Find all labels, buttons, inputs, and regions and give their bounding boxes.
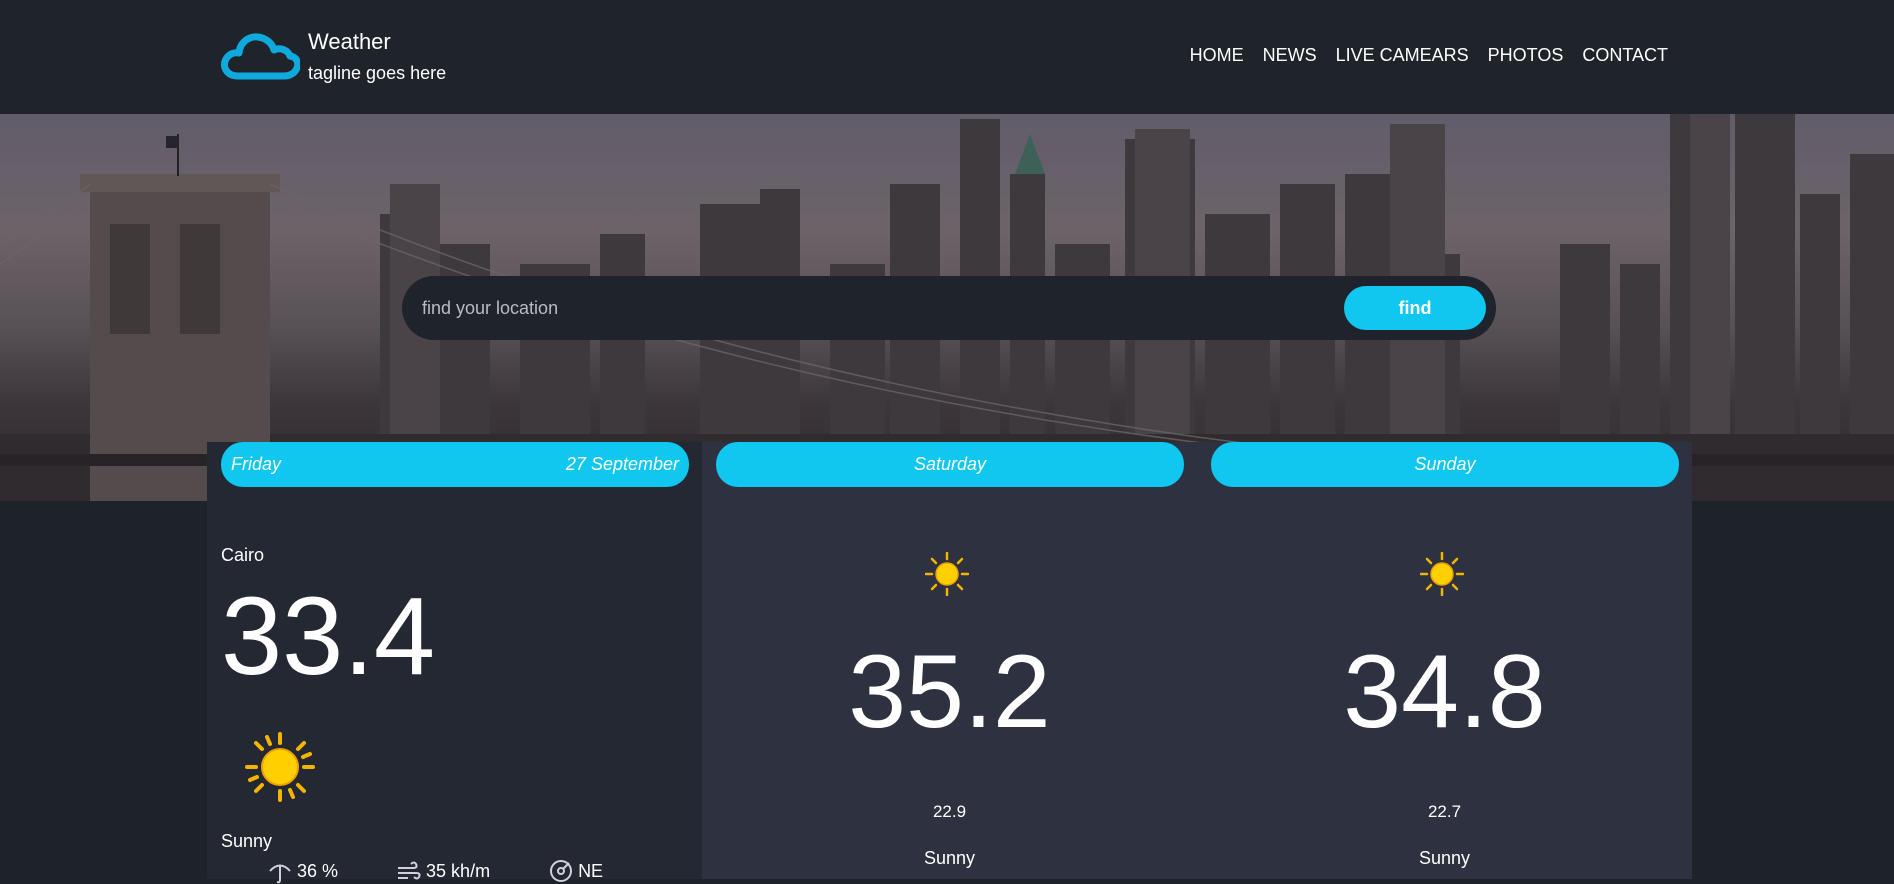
search-input[interactable]: [420, 286, 1320, 330]
sun-icon: [245, 732, 315, 802]
brand-title[interactable]: Weather: [308, 29, 391, 55]
wind-speed-value: 35 kh/m: [426, 860, 491, 881]
forecast-header-sunday: Sunday: [1211, 442, 1679, 487]
today-header: Friday 27 September: [221, 442, 689, 487]
forecast-card-sunday: Sunday 34.8 22.7 Sunny: [1197, 442, 1692, 879]
cloud-icon[interactable]: [220, 30, 300, 82]
today-condition: Sunny: [221, 831, 273, 851]
today-stats: 36 % 35 kh/m NE: [267, 858, 603, 884]
nav-item-live-cameras[interactable]: LIVE CAMEARS: [1336, 45, 1469, 66]
today-temperature: 33.4: [221, 575, 436, 698]
today-card: Friday 27 September Cairo 33.4 Sunny 36 …: [207, 442, 702, 884]
forecast-day: Sunday: [1414, 454, 1476, 474]
site-header: Weather tagline goes here HOME NEWS LIVE…: [0, 0, 1894, 114]
nav-item-contact[interactable]: CONTACT: [1582, 45, 1668, 66]
nav-item-news[interactable]: NEWS: [1263, 45, 1317, 66]
nav-item-home[interactable]: HOME: [1190, 45, 1244, 66]
today-day: Friday: [231, 454, 282, 474]
wind-icon: [398, 861, 421, 880]
forecast-day: Saturday: [913, 454, 987, 474]
forecast-low: 22.7: [1427, 802, 1462, 821]
forecast-low: 22.9: [932, 802, 967, 821]
forecast-condition: Sunny: [1418, 848, 1471, 868]
search-bar: find: [402, 276, 1496, 340]
wind-direction-value: NE: [578, 860, 604, 881]
sun-icon: [1420, 552, 1464, 596]
forecast-section: Friday 27 September Cairo 33.4 Sunny 36 …: [207, 442, 1692, 884]
find-button[interactable]: find: [1344, 286, 1486, 330]
wind-direction-stat: NE: [548, 858, 603, 884]
compass-icon: [550, 860, 573, 882]
wind-speed-stat: 35 kh/m: [396, 858, 490, 884]
today-date: 27 September: [565, 454, 679, 474]
forecast-card-saturday: Saturday 35.2 22.9 Sunny: [702, 442, 1197, 879]
forecast-header-saturday: Saturday: [716, 442, 1184, 487]
nav-item-photos[interactable]: PHOTOS: [1488, 45, 1564, 66]
main-nav: HOME NEWS LIVE CAMEARS PHOTOS CONTACT: [1190, 45, 1668, 66]
umbrella-icon: [269, 864, 291, 884]
forecast-high: 34.8: [1343, 634, 1546, 750]
city-name: Cairo: [221, 545, 265, 565]
humidity-value: 36 %: [297, 860, 339, 881]
brand-tagline: tagline goes here: [308, 63, 447, 83]
sun-icon: [925, 552, 969, 596]
forecast-high: 35.2: [848, 634, 1051, 750]
forecast-condition: Sunny: [923, 848, 976, 868]
humidity-stat: 36 %: [267, 858, 338, 884]
